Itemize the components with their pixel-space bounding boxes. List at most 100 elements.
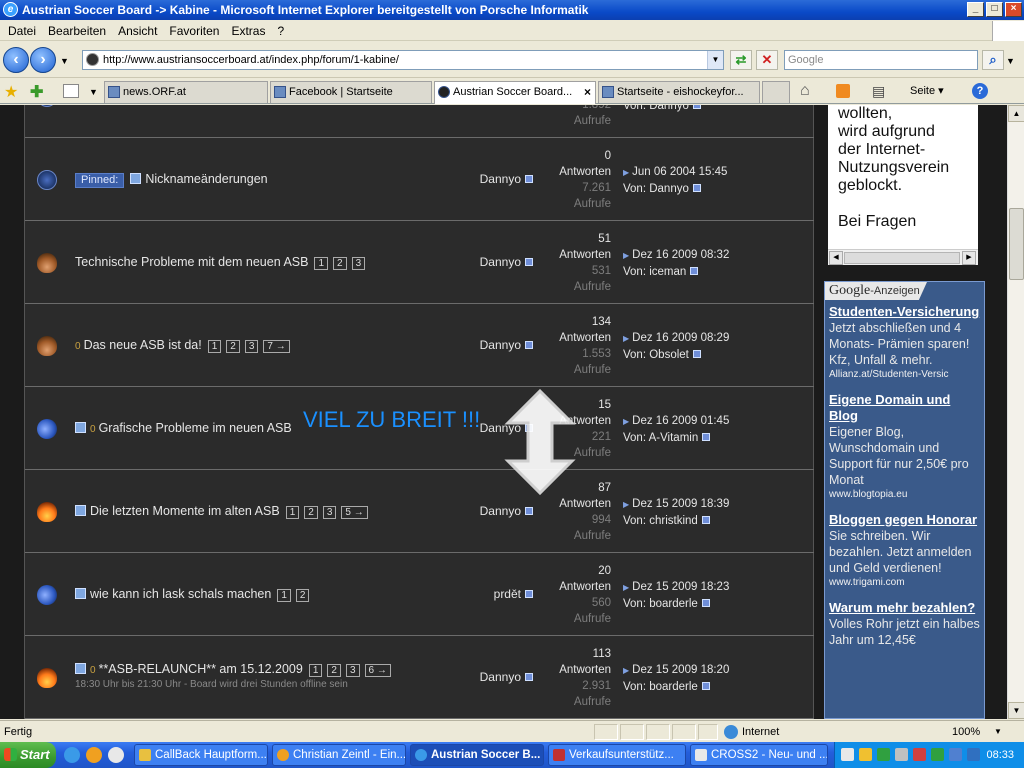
close-tab-icon[interactable]: × [584,82,591,102]
tab-list-icon[interactable]: ▼ [89,87,98,97]
topic-title-link[interactable]: Nicknameänderungen [145,172,267,186]
page-link[interactable]: 2 [327,664,341,677]
last-poster-link[interactable]: Dannyo [649,183,689,195]
page-link[interactable]: 2 [295,589,310,602]
quick-tabs-icon[interactable] [63,84,79,98]
author-link[interactable]: Dannyo [480,504,521,518]
scroll-thumb[interactable] [1009,208,1024,280]
user-card-icon[interactable] [525,258,533,266]
ad-url[interactable]: www.trigami.com [829,576,980,590]
last-poster-link[interactable]: iceman [649,266,686,278]
zoom-level[interactable]: 100% [952,721,980,743]
menu-extras[interactable]: Extras [225,24,271,38]
user-card-icon[interactable] [525,175,533,183]
author-link[interactable]: Dannyo [480,670,521,684]
forward-button[interactable]: › [30,47,56,73]
ad-headline-link[interactable]: Studenten-Versicherung [829,304,980,320]
add-favorite-icon[interactable]: ✚ [30,82,43,102]
menu-ansicht[interactable]: Ansicht [112,24,163,38]
tray-icon[interactable] [895,748,908,761]
scroll-thumb[interactable] [844,252,960,264]
page-link[interactable]: 1 [207,340,222,353]
topic-title-link[interactable]: **ASB-RELAUNCH** am 15.12.2009 [99,662,303,676]
user-card-icon[interactable] [692,105,701,109]
back-button[interactable]: ‹ [3,47,29,73]
author-link[interactable]: Dannyo [480,172,521,186]
tray-icon[interactable] [931,748,944,761]
ad-headline-link[interactable]: Eigene Domain und Blog [829,392,980,424]
search-icon[interactable]: ⌕ [982,50,1004,70]
last-post-arrow-icon[interactable]: ▶ [623,168,629,177]
tray-icon[interactable] [967,748,980,761]
page-link[interactable]: 2 [226,340,240,353]
user-card-icon[interactable] [702,433,711,441]
last-poster-link[interactable]: boarderle [649,681,698,693]
scroll-down-icon[interactable]: ▼ [1008,702,1024,719]
menu-help[interactable]: ? [271,24,290,38]
favorites-star-icon[interactable]: ★ [4,82,18,102]
ad-url[interactable]: www.blogtopia.eu [829,488,980,502]
topic-title-link[interactable]: wie kann ich lask schals machen [90,587,271,601]
user-card-icon[interactable] [525,507,533,515]
last-poster-link[interactable]: Dannyo [649,105,689,112]
user-card-icon[interactable] [701,682,710,690]
author-link[interactable]: Dannyo [480,255,521,269]
last-post-arrow-icon[interactable]: ▶ [623,666,629,675]
author-link[interactable]: Dannyo [480,338,521,352]
ad-url[interactable]: Allianz.at/Studenten-Versic [829,368,980,382]
tray-icon[interactable] [841,748,854,761]
maximize-button[interactable]: □ [986,2,1003,17]
page-link[interactable]: 7 → [263,340,290,353]
search-options-icon[interactable]: ▼ [1006,56,1015,66]
tab-news-orf[interactable]: news.ORF.at [104,81,268,103]
last-post-date[interactable]: Dez 15 2009 18:39 [632,498,729,510]
user-card-icon[interactable] [525,673,533,681]
tray-icon[interactable] [949,748,962,761]
last-post-arrow-icon[interactable]: ▶ [623,500,629,509]
last-poster-link[interactable]: Obsolet [649,349,689,361]
ad-headline-link[interactable]: Bloggen gegen Honorar [829,512,980,528]
tray-icon[interactable] [877,748,890,761]
task-verkaufsunterstuetzung[interactable]: Verkaufsunterstütz... [548,744,686,766]
last-post-arrow-icon[interactable]: ▶ [623,417,629,426]
history-dropdown-icon[interactable]: ▼ [60,56,69,66]
user-card-icon[interactable] [525,590,533,598]
menu-favoriten[interactable]: Favoriten [163,24,225,38]
task-cross2[interactable]: CROSS2 - Neu- und ... [690,744,828,766]
page-link[interactable]: 1 [314,257,329,270]
task-callback[interactable]: CallBack Hauptform... [134,744,268,766]
last-poster-link[interactable]: A-Vitamin [649,432,699,444]
page-link[interactable]: 3 [322,506,337,519]
tab-eishockeyforum[interactable]: Startseite - eishockeyfor... [598,81,760,103]
topic-title-link[interactable]: Grafische Probleme im neuen ASB [99,421,292,435]
last-post-date[interactable]: Dez 15 2009 18:23 [632,581,729,593]
user-card-icon[interactable] [701,599,710,607]
topic-title-link[interactable]: Das neue ASB ist da! [84,338,202,352]
page-link[interactable]: 6 → [364,664,391,677]
page-link[interactable]: 1 [277,589,291,602]
tab-austrian-soccer-board[interactable]: Austrian Soccer Board... × [434,81,596,104]
author-link[interactable]: prdět [494,587,521,601]
last-post-date[interactable]: Dez 16 2009 08:32 [632,249,729,261]
address-dropdown-icon[interactable]: ▼ [707,51,723,69]
user-card-icon[interactable] [701,516,710,524]
scroll-left-icon[interactable]: ◀ [829,251,843,265]
last-post-arrow-icon[interactable]: ▶ [623,251,629,260]
start-button[interactable]: Start [0,742,56,768]
stop-button[interactable]: ✕ [756,50,778,70]
task-christian-zeintl[interactable]: Christian Zeintl - Ein... [272,744,406,766]
tray-icon[interactable] [913,748,926,761]
page-link[interactable]: 3 [345,664,360,677]
task-austrian-soccer-board[interactable]: Austrian Soccer B... [410,744,544,766]
page-link[interactable]: 2 [304,506,318,519]
page-link[interactable]: 1 [285,506,300,519]
page-link[interactable]: 1 [308,664,323,677]
topic-title-link[interactable]: Technische Probleme mit dem neuen ASB [75,255,308,269]
user-card-icon[interactable] [692,184,701,192]
page-link[interactable]: 5 → [341,506,368,519]
search-input[interactable]: Google [784,50,978,70]
scroll-right-icon[interactable]: ▶ [962,251,976,265]
page-link[interactable]: 3 [351,257,366,270]
user-card-icon[interactable] [692,350,701,358]
last-poster-link[interactable]: christkind [649,515,698,527]
